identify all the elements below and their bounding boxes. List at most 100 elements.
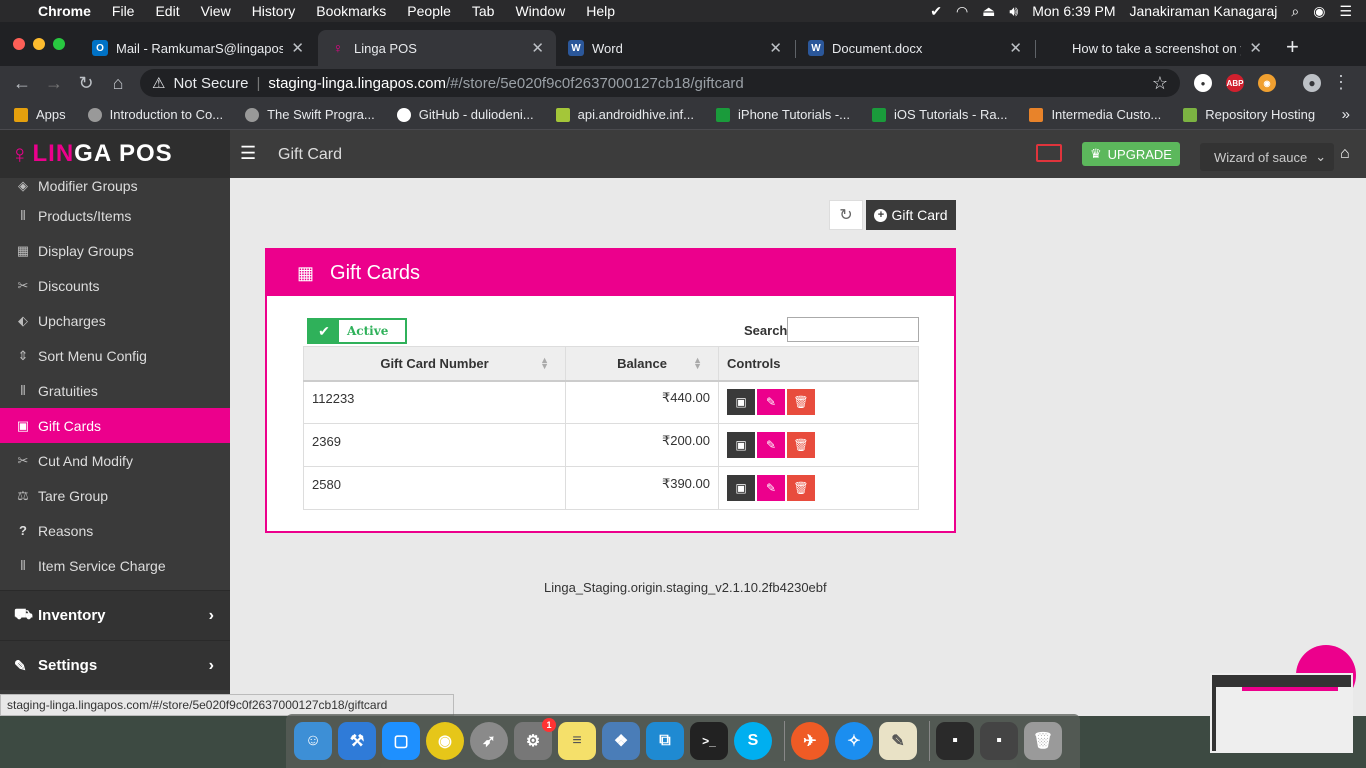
add-gift-card-button[interactable]: + Gift Card xyxy=(866,200,956,230)
system-preferences-icon[interactable]: ⚙ 1 xyxy=(514,718,556,760)
sidebar-item-sort-menu-config[interactable]: ⇕ Sort Menu Config xyxy=(0,338,230,373)
launchpad-icon[interactable]: ➶ xyxy=(470,722,508,760)
monitor-icon[interactable] xyxy=(1036,144,1062,162)
active-filter-toggle[interactable]: ✔ Active xyxy=(307,318,407,344)
tab-word[interactable]: W Word ✕ xyxy=(556,30,794,66)
window-close-button[interactable] xyxy=(13,38,25,50)
screenshot-icon[interactable]: ▪ xyxy=(980,722,1018,760)
column-header-balance[interactable]: Balance ▲ ▼ xyxy=(565,346,719,382)
delete-button[interactable]: 🗑︎ xyxy=(787,432,815,458)
bookmark-item[interactable]: The Swift Progra... xyxy=(245,107,375,122)
screenshot-thumbnail-preview[interactable] xyxy=(1210,673,1353,753)
bookmark-apps[interactable]: Apps xyxy=(14,107,66,122)
tab-close-icon[interactable]: ✕ xyxy=(1009,39,1022,57)
store-selector[interactable]: Wizard of sauce ⌄ xyxy=(1200,143,1334,171)
sidebar-group-settings[interactable]: ✎ Settings › xyxy=(0,640,230,690)
postman-icon[interactable]: ✈ xyxy=(791,722,829,760)
upgrade-button[interactable]: ♛ UPGRADE xyxy=(1082,142,1180,166)
sidebar-item-tare-group[interactable]: ⚖ Tare Group xyxy=(0,478,230,513)
menu-bookmarks[interactable]: Bookmarks xyxy=(316,3,386,19)
notes-icon[interactable]: ≡ xyxy=(558,722,596,760)
edit-button[interactable]: ✎ xyxy=(757,389,785,416)
extension-icon[interactable]: ● xyxy=(1194,74,1212,92)
bookmark-item[interactable]: Introduction to Co... xyxy=(87,107,223,122)
menu-user[interactable]: Janakiraman Kanagaraj xyxy=(1130,3,1278,19)
tab-close-icon[interactable]: ✕ xyxy=(291,39,304,57)
finder-icon[interactable]: ☺ xyxy=(294,722,332,760)
sidebar-item-gratuities[interactable]: ⫴ Gratuities xyxy=(0,373,230,408)
siri-icon[interactable]: ◉ xyxy=(1313,3,1325,20)
edit-button[interactable]: ✎ xyxy=(757,432,785,458)
skype-icon[interactable]: S xyxy=(734,722,772,760)
tab-close-icon[interactable]: ✕ xyxy=(1249,39,1262,57)
airplay-icon[interactable]: ⏏ xyxy=(982,3,995,20)
xcode-icon[interactable]: ⚒ xyxy=(338,722,376,760)
sidebar-item-cut-and-modify[interactable]: ✂ Cut And Modify xyxy=(0,443,230,478)
back-arrow-icon[interactable]: ← xyxy=(6,73,38,94)
chrome-menu-icon[interactable]: ⋮ xyxy=(1332,72,1350,93)
bookmark-item[interactable]: api.androidhive.inf... xyxy=(555,107,694,122)
menu-help[interactable]: Help xyxy=(586,3,615,19)
preview-icon[interactable]: ❖ xyxy=(602,722,640,760)
tab-document[interactable]: W Document.docx ✕ xyxy=(796,30,1034,66)
menu-clock[interactable]: Mon 6:39 PM xyxy=(1032,3,1115,19)
window-maximize-button[interactable] xyxy=(53,38,65,50)
reload-icon[interactable]: ↻ xyxy=(70,73,102,94)
sidebar-item-gift-cards[interactable]: ▣ Gift Cards xyxy=(0,408,230,443)
terminal-icon[interactable]: >_ xyxy=(690,722,728,760)
textedit-icon[interactable]: ✎ xyxy=(879,722,917,760)
sidebar-item-upcharges[interactable]: ⬖ Upcharges xyxy=(0,303,230,338)
safari-icon[interactable]: ✧ xyxy=(835,722,873,760)
tab-close-icon[interactable]: ✕ xyxy=(769,39,782,57)
window-minimize-button[interactable] xyxy=(33,38,45,50)
view-money-button[interactable]: ▣ xyxy=(727,432,755,458)
tab-screenshot-howto[interactable]: How to take a screenshot on yo ✕ xyxy=(1036,30,1274,66)
tab-linga-pos[interactable]: ♀ Linga POS ✕ xyxy=(318,30,556,66)
wifi-icon[interactable]: ◠ xyxy=(956,3,968,20)
edit-button[interactable]: ✎ xyxy=(757,475,785,501)
bookmark-star-icon[interactable]: ☆ xyxy=(1152,73,1168,94)
search-input[interactable] xyxy=(787,317,919,342)
sidebar-item-service-charge[interactable]: ⫴ Item Service Charge xyxy=(0,548,230,583)
extension-owl-icon[interactable]: ◉ xyxy=(1258,74,1276,92)
sidebar-item-products[interactable]: ⫴ Products/Items xyxy=(0,198,230,233)
hamburger-menu-icon[interactable]: ☰ xyxy=(240,143,256,164)
home-icon[interactable]: ⌂ xyxy=(102,73,134,94)
delete-button[interactable]: 🗑︎ xyxy=(787,389,815,416)
bookmark-item[interactable]: Repository Hosting xyxy=(1183,107,1315,122)
menu-window[interactable]: Window xyxy=(515,3,565,19)
sidebar-item-modifier-groups[interactable]: ◈ Modifier Groups xyxy=(0,178,230,198)
notification-center-icon[interactable]: ☰ xyxy=(1339,3,1352,20)
column-header-number[interactable]: Gift Card Number ▲ ▼ xyxy=(303,346,566,382)
bookmark-item[interactable]: iPhone Tutorials -... xyxy=(716,107,850,122)
view-money-button[interactable]: ▣ xyxy=(727,475,755,501)
vscode-icon[interactable]: ⧉ xyxy=(646,722,684,760)
menu-tab[interactable]: Tab xyxy=(472,3,495,19)
sidebar-group-inventory[interactable]: ⛟ Inventory › xyxy=(0,590,230,640)
menu-people[interactable]: People xyxy=(407,3,451,19)
bookmarks-overflow-icon[interactable]: » xyxy=(1342,106,1350,123)
menu-history[interactable]: History xyxy=(252,3,296,19)
delete-button[interactable]: 🗑︎ xyxy=(787,475,815,501)
sidebar-item-reasons[interactable]: ? Reasons xyxy=(0,513,230,548)
volume-icon[interactable]: 🔊︎ xyxy=(1009,3,1018,20)
menu-file[interactable]: File xyxy=(112,3,135,19)
bookmark-item[interactable]: iOS Tutorials - Ra... xyxy=(872,107,1007,122)
warning-icon[interactable]: ⚠ xyxy=(152,74,165,92)
menu-app-name[interactable]: Chrome xyxy=(38,3,91,19)
check-status-icon[interactable]: ✔ xyxy=(930,3,942,20)
chrome-icon[interactable]: ◉ xyxy=(426,722,464,760)
tab-close-icon[interactable]: ✕ xyxy=(531,39,544,57)
profile-avatar-icon[interactable]: ● xyxy=(1303,74,1321,92)
new-tab-icon[interactable]: + xyxy=(1286,34,1299,60)
sidebar-item-display-groups[interactable]: ▦ Display Groups xyxy=(0,233,230,268)
sidebar-item-discounts[interactable]: ✂ Discounts xyxy=(0,268,230,303)
refresh-button[interactable]: ↻ xyxy=(829,200,863,230)
bookmark-item[interactable]: GitHub - duliodeni... xyxy=(396,107,534,122)
tab-mail[interactable]: O Mail - RamkumarS@lingapos.co ✕ xyxy=(80,30,316,66)
adblock-icon[interactable]: ABP xyxy=(1226,74,1244,92)
bookmark-item[interactable]: Intermedia Custo... xyxy=(1029,107,1161,122)
spotlight-search-icon[interactable]: ⌕ xyxy=(1291,3,1299,20)
menu-edit[interactable]: Edit xyxy=(155,3,179,19)
trash-icon[interactable]: 🗑︎ xyxy=(1024,722,1062,760)
